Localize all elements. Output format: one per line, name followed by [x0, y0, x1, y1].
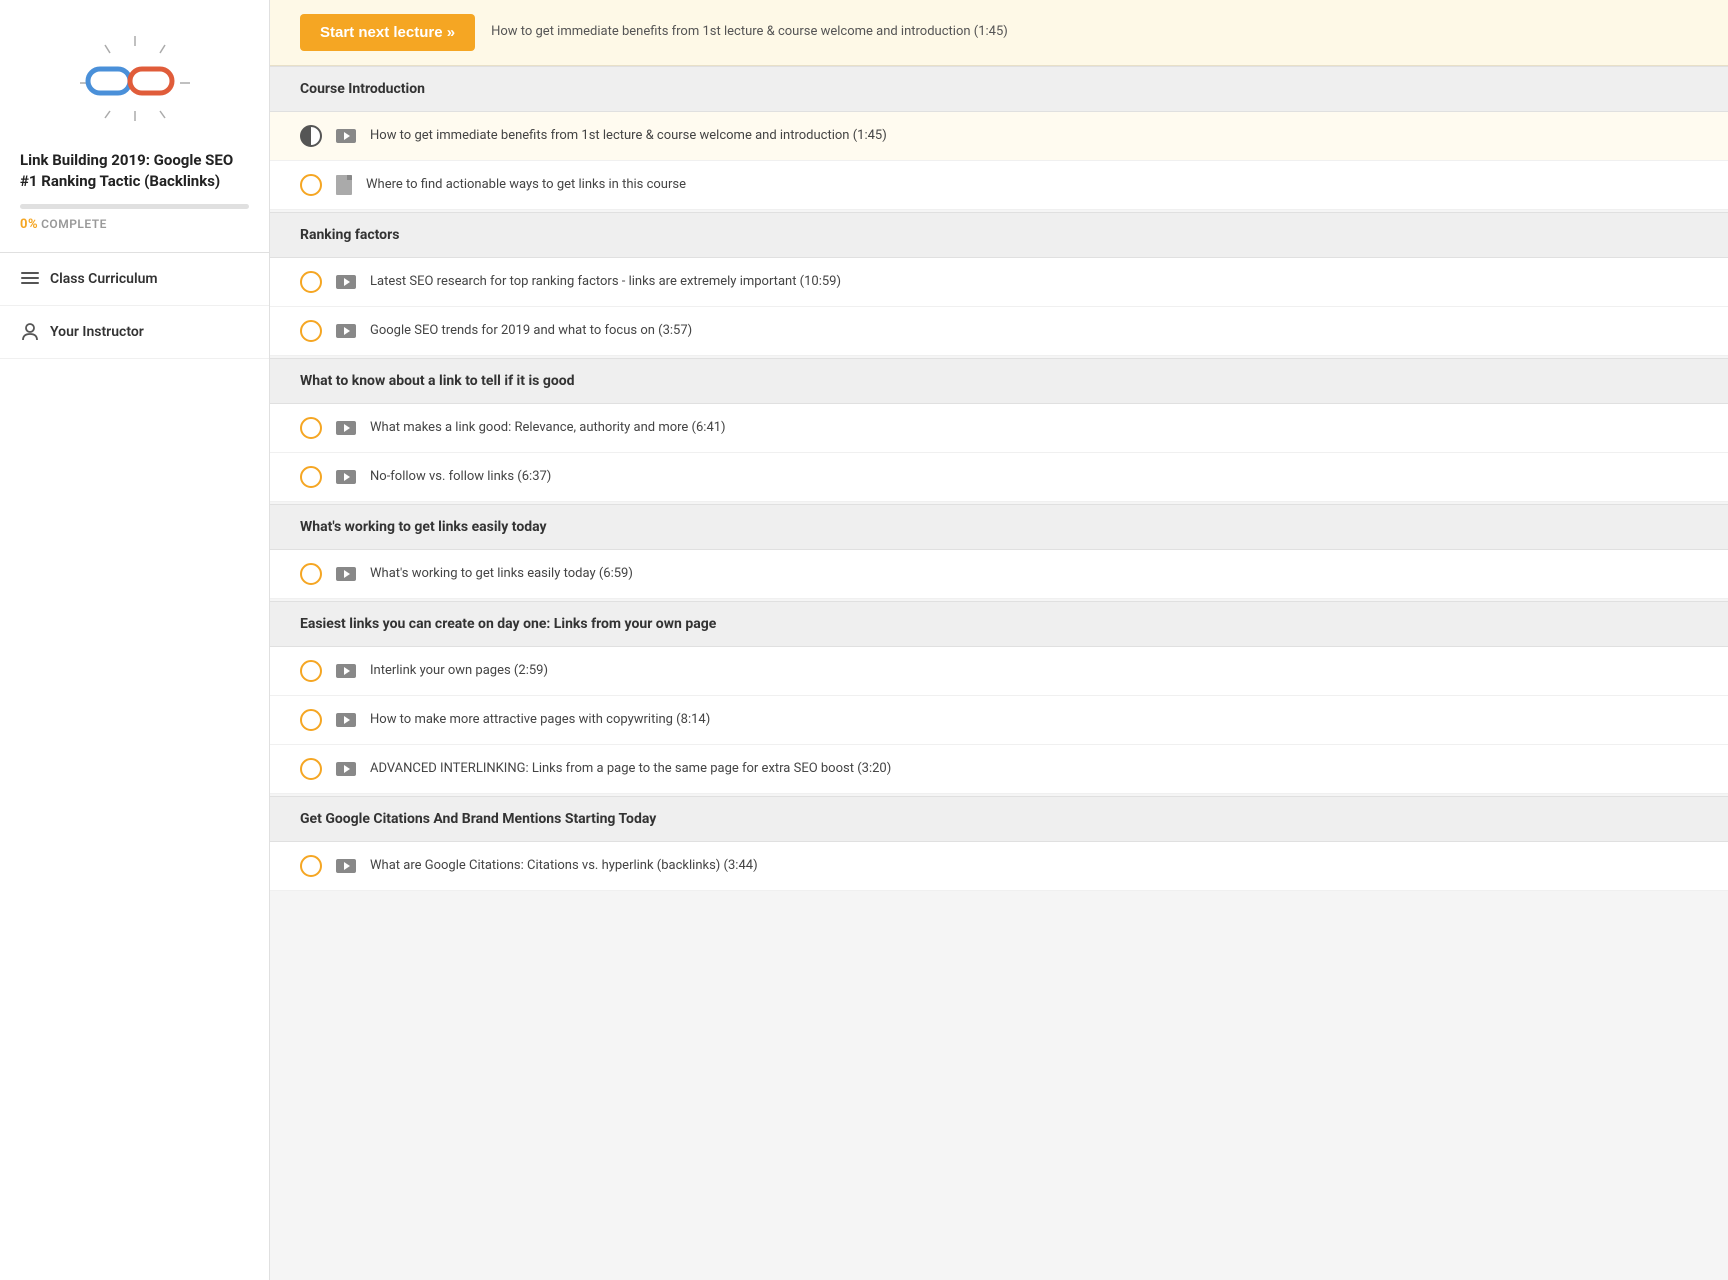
section-header-course-introduction: Course Introduction — [270, 66, 1728, 112]
person-icon — [20, 322, 40, 342]
lecture-item-lec-4[interactable]: Google SEO trends for 2019 and what to f… — [270, 307, 1728, 356]
course-title: Link Building 2019: Google SEO #1 Rankin… — [0, 150, 269, 192]
lecture-item-lec-3[interactable]: Latest SEO research for top ranking fact… — [270, 258, 1728, 307]
progress-text: 0%COMPLETE — [0, 217, 269, 232]
logo-svg — [60, 33, 210, 128]
sidebar-navigation: Class Curriculum Your Instructor — [0, 252, 269, 359]
lecture-text-lec-4: Google SEO trends for 2019 and what to f… — [370, 322, 692, 340]
video-icon-lec-11 — [336, 859, 356, 873]
section-whats-working: What's working to get links easily today… — [270, 504, 1728, 599]
lecture-checkbox-lec-2[interactable] — [300, 174, 322, 196]
sidebar: Link Building 2019: Google SEO #1 Rankin… — [0, 0, 270, 1280]
lecture-checkbox-lec-7[interactable] — [300, 563, 322, 585]
lecture-text-lec-3: Latest SEO research for top ranking fact… — [370, 273, 841, 291]
lecture-text-lec-2: Where to find actionable ways to get lin… — [366, 176, 686, 194]
lecture-item-lec-8[interactable]: Interlink your own pages (2:59) — [270, 647, 1728, 696]
lecture-item-lec-5[interactable]: What makes a link good: Relevance, autho… — [270, 404, 1728, 453]
video-icon-lec-5 — [336, 421, 356, 435]
start-next-lecture-button[interactable]: Start next lecture » — [300, 14, 475, 51]
lecture-item-lec-2[interactable]: Where to find actionable ways to get lin… — [270, 161, 1728, 210]
video-icon-lec-9 — [336, 713, 356, 727]
lecture-item-lec-10[interactable]: ADVANCED INTERLINKING: Links from a page… — [270, 745, 1728, 794]
sidebar-item-your-instructor[interactable]: Your Instructor — [0, 306, 269, 359]
your-instructor-label: Your Instructor — [50, 324, 144, 340]
section-header-what-to-know: What to know about a link to tell if it … — [270, 358, 1728, 404]
progress-bar-container — [20, 204, 249, 209]
logo-area — [0, 20, 269, 150]
main-content: Start next lecture » How to get immediat… — [270, 0, 1728, 1280]
section-header-google-citations: Get Google Citations And Brand Mentions … — [270, 796, 1728, 842]
lecture-checkbox-lec-3[interactable] — [300, 271, 322, 293]
section-course-introduction: Course Introduction How to get immediate … — [270, 66, 1728, 210]
lecture-item-lec-6[interactable]: No-follow vs. follow links (6:37) — [270, 453, 1728, 502]
course-logo — [55, 30, 215, 130]
lecture-checkbox-lec-4[interactable] — [300, 320, 322, 342]
doc-icon-lec-2 — [336, 175, 352, 195]
lecture-checkbox-lec-5[interactable] — [300, 417, 322, 439]
lecture-checkbox-lec-8[interactable] — [300, 660, 322, 682]
section-ranking-factors: Ranking factors Latest SEO research for t… — [270, 212, 1728, 356]
class-curriculum-label: Class Curriculum — [50, 271, 158, 287]
lecture-checkbox-lec-6[interactable] — [300, 466, 322, 488]
lecture-item-lec-1[interactable]: How to get immediate benefits from 1st l… — [270, 112, 1728, 161]
start-next-lecture-banner: Start next lecture » How to get immediat… — [270, 0, 1728, 66]
video-icon-lec-6 — [336, 470, 356, 484]
list-icon — [20, 269, 40, 289]
lecture-text-lec-8: Interlink your own pages (2:59) — [370, 662, 548, 680]
lecture-text-lec-7: What's working to get links easily today… — [370, 565, 633, 583]
lecture-item-lec-11[interactable]: What are Google Citations: Citations vs.… — [270, 842, 1728, 891]
video-icon-lec-8 — [336, 664, 356, 678]
lecture-checkbox-lec-10[interactable] — [300, 758, 322, 780]
video-icon-lec-7 — [336, 567, 356, 581]
lecture-text-lec-9: How to make more attractive pages with c… — [370, 711, 710, 729]
section-header-easiest-links: Easiest links you can create on day one:… — [270, 601, 1728, 647]
video-icon-lec-10 — [336, 762, 356, 776]
sections-container: Course Introduction How to get immediate … — [270, 66, 1728, 891]
lecture-item-lec-7[interactable]: What's working to get links easily today… — [270, 550, 1728, 599]
section-header-ranking-factors: Ranking factors — [270, 212, 1728, 258]
lecture-text-lec-6: No-follow vs. follow links (6:37) — [370, 468, 551, 486]
lecture-text-lec-11: What are Google Citations: Citations vs.… — [370, 857, 758, 875]
lecture-checkbox-lec-1[interactable] — [300, 125, 322, 147]
section-google-citations: Get Google Citations And Brand Mentions … — [270, 796, 1728, 891]
section-header-whats-working: What's working to get links easily today — [270, 504, 1728, 550]
sidebar-item-class-curriculum[interactable]: Class Curriculum — [0, 253, 269, 306]
lecture-text-lec-10: ADVANCED INTERLINKING: Links from a page… — [370, 760, 891, 778]
section-easiest-links: Easiest links you can create on day one:… — [270, 601, 1728, 794]
video-icon-lec-1 — [336, 129, 356, 143]
lecture-text-lec-1: How to get immediate benefits from 1st l… — [370, 127, 887, 145]
lecture-text-lec-5: What makes a link good: Relevance, autho… — [370, 419, 726, 437]
complete-label: COMPLETE — [41, 217, 107, 231]
video-icon-lec-4 — [336, 324, 356, 338]
progress-percent: 0% — [20, 217, 38, 232]
lecture-checkbox-lec-11[interactable] — [300, 855, 322, 877]
section-what-to-know: What to know about a link to tell if it … — [270, 358, 1728, 502]
start-banner-description: How to get immediate benefits from 1st l… — [491, 23, 1008, 41]
lecture-checkbox-lec-9[interactable] — [300, 709, 322, 731]
video-icon-lec-3 — [336, 275, 356, 289]
lecture-item-lec-9[interactable]: How to make more attractive pages with c… — [270, 696, 1728, 745]
